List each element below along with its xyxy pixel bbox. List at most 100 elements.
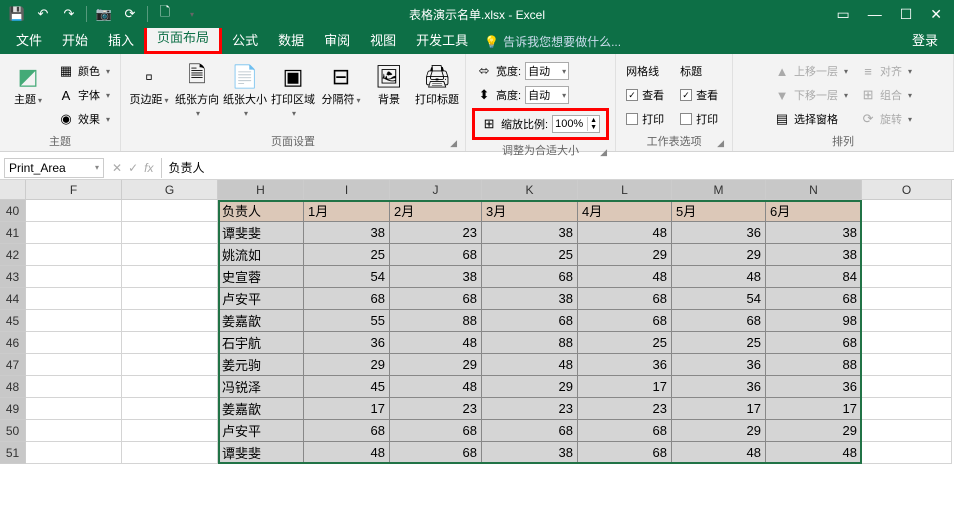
cell[interactable] — [122, 398, 218, 420]
cell[interactable]: 石宇航 — [218, 332, 304, 354]
cell[interactable]: 2月 — [390, 200, 482, 222]
row-header-50[interactable]: 50 — [0, 420, 26, 442]
cell[interactable] — [122, 266, 218, 288]
cell[interactable] — [26, 420, 122, 442]
cell[interactable]: 48 — [482, 354, 578, 376]
row-header-46[interactable]: 46 — [0, 332, 26, 354]
cell[interactable]: 38 — [482, 222, 578, 244]
tab-home[interactable]: 开始 — [52, 25, 98, 54]
cell[interactable]: 45 — [304, 376, 390, 398]
cell[interactable]: 29 — [766, 420, 862, 442]
save-icon[interactable]: 💾 — [8, 5, 26, 23]
name-box[interactable]: Print_Area — [4, 158, 104, 178]
cell[interactable]: 23 — [482, 398, 578, 420]
print-area-button[interactable]: ▣打印区域 — [271, 58, 315, 120]
gridlines-print-check[interactable]: 打印 — [622, 108, 672, 130]
cell[interactable]: 卢安平 — [218, 288, 304, 310]
cell[interactable]: 48 — [390, 376, 482, 398]
cell[interactable]: 17 — [578, 376, 672, 398]
cell[interactable]: 55 — [304, 310, 390, 332]
cell[interactable] — [26, 442, 122, 464]
cell[interactable]: 48 — [766, 442, 862, 464]
tab-data[interactable]: 数据 — [268, 25, 314, 54]
row-header-40[interactable]: 40 — [0, 200, 26, 222]
cell[interactable] — [122, 376, 218, 398]
refresh-icon[interactable]: ⟳ — [121, 5, 139, 23]
cell[interactable]: 68 — [578, 442, 672, 464]
width-combo[interactable]: 自动 — [525, 62, 569, 80]
cell[interactable]: 88 — [390, 310, 482, 332]
orientation-button[interactable]: 🗎纸张方向 — [175, 58, 219, 120]
cell[interactable]: 38 — [390, 266, 482, 288]
column-header-L[interactable]: L — [578, 180, 672, 200]
cell[interactable] — [122, 420, 218, 442]
cell[interactable]: 38 — [482, 442, 578, 464]
cell[interactable]: 29 — [390, 354, 482, 376]
cell[interactable] — [26, 222, 122, 244]
cell[interactable]: 84 — [766, 266, 862, 288]
cell[interactable]: 68 — [390, 442, 482, 464]
margins-button[interactable]: ▫页边距 — [127, 58, 171, 107]
spreadsheet-grid[interactable]: FGHIJKLMNO 404142434445464748495051 负责人1… — [0, 180, 954, 486]
rotate-button[interactable]: ⟳旋转 — [856, 108, 916, 130]
group-objects-button[interactable]: ⊞组合 — [856, 84, 916, 106]
tab-insert[interactable]: 插入 — [98, 25, 144, 54]
theme-effects-button[interactable]: ◉效果 — [54, 108, 114, 130]
redo-icon[interactable]: ↷ — [60, 5, 78, 23]
tab-view[interactable]: 视图 — [360, 25, 406, 54]
tab-formulas[interactable]: 公式 — [222, 25, 268, 54]
cell[interactable]: 17 — [304, 398, 390, 420]
cell[interactable]: 姚流如 — [218, 244, 304, 266]
cell[interactable] — [862, 332, 952, 354]
tell-me[interactable]: 💡 告诉我您想要做什么... — [484, 33, 621, 54]
column-header-F[interactable]: F — [26, 180, 122, 200]
column-header-M[interactable]: M — [672, 180, 766, 200]
select-all-button[interactable] — [0, 180, 26, 200]
cell[interactable]: 38 — [482, 288, 578, 310]
cell[interactable]: 6月 — [766, 200, 862, 222]
cell[interactable]: 68 — [482, 310, 578, 332]
cell[interactable]: 23 — [390, 222, 482, 244]
cell[interactable]: 姜元驹 — [218, 354, 304, 376]
enter-formula-icon[interactable]: ✓ — [128, 161, 138, 175]
login-button[interactable]: 登录 — [896, 25, 954, 54]
cell[interactable]: 68 — [390, 288, 482, 310]
cell[interactable] — [26, 398, 122, 420]
cell[interactable] — [862, 376, 952, 398]
bring-forward-button[interactable]: ▲上移一层 — [770, 60, 852, 82]
minimize-icon[interactable]: — — [868, 6, 882, 23]
cell[interactable] — [862, 398, 952, 420]
qat-customize-icon[interactable] — [182, 5, 200, 23]
cell[interactable] — [862, 310, 952, 332]
close-icon[interactable]: ✕ — [930, 6, 942, 23]
size-button[interactable]: 📄纸张大小 — [223, 58, 267, 120]
tab-developer[interactable]: 开发工具 — [406, 25, 478, 54]
cell[interactable] — [122, 354, 218, 376]
cell[interactable]: 98 — [766, 310, 862, 332]
cell[interactable]: 23 — [578, 398, 672, 420]
cell[interactable]: 54 — [304, 266, 390, 288]
cell[interactable]: 68 — [304, 288, 390, 310]
cell[interactable]: 88 — [766, 354, 862, 376]
cell[interactable] — [862, 442, 952, 464]
cell[interactable] — [26, 354, 122, 376]
scale-spinner[interactable]: 100%▲▼ — [552, 115, 600, 133]
cancel-formula-icon[interactable]: ✕ — [112, 161, 122, 175]
cell[interactable]: 谭斐斐 — [218, 222, 304, 244]
cell[interactable] — [122, 222, 218, 244]
headings-print-check[interactable]: 打印 — [676, 108, 726, 130]
selection-pane-button[interactable]: ▤选择窗格 — [770, 108, 852, 130]
cell[interactable]: 29 — [482, 376, 578, 398]
cell[interactable]: 谭斐斐 — [218, 442, 304, 464]
cell[interactable] — [862, 200, 952, 222]
cell[interactable]: 29 — [672, 420, 766, 442]
cell[interactable]: 1月 — [304, 200, 390, 222]
camera-icon[interactable]: 📷 — [95, 5, 113, 23]
cell[interactable]: 36 — [672, 222, 766, 244]
cell[interactable]: 29 — [304, 354, 390, 376]
column-header-N[interactable]: N — [766, 180, 862, 200]
themes-button[interactable]: ◩ 主题 — [6, 58, 50, 107]
cell[interactable]: 68 — [390, 420, 482, 442]
row-header-44[interactable]: 44 — [0, 288, 26, 310]
cell[interactable]: 36 — [766, 376, 862, 398]
